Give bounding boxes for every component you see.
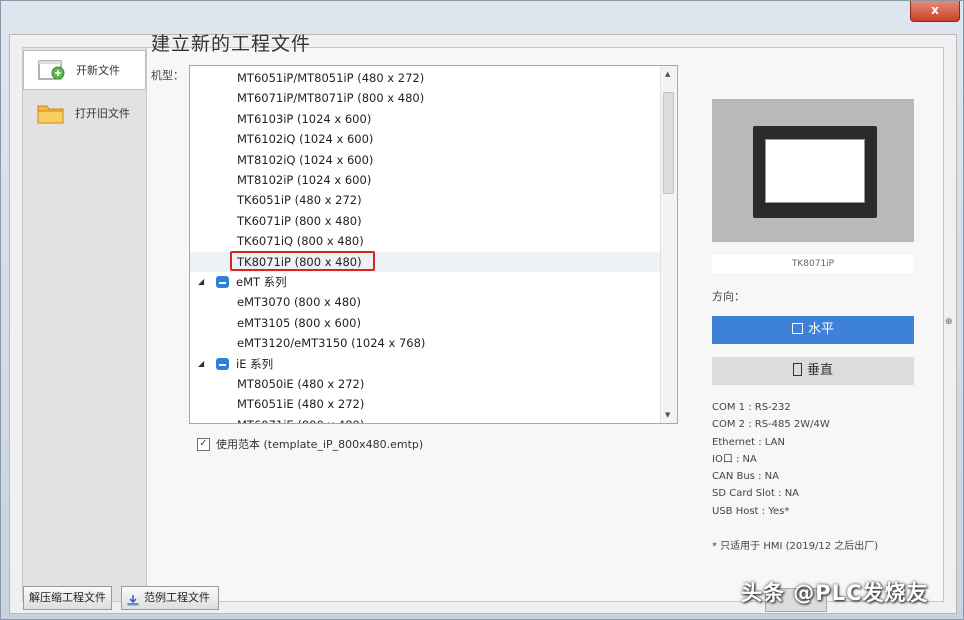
list-item-label: MT6071iP/MT8071iP (800 x 480) (237, 91, 425, 106)
model-list[interactable]: MT6071iE (800 x 480) MT6051iE (480 x 272)… (189, 65, 678, 424)
selection-highlight (230, 250, 375, 271)
list-item[interactable]: MT6051iE (480 x 272) (190, 394, 660, 414)
landscape-icon (791, 323, 803, 334)
list-item[interactable]: MT6103iP (1024 x 600) (190, 109, 660, 129)
orientation-label: 方向： (712, 290, 745, 303)
list-scrollbar[interactable]: ▲ ▼ (660, 66, 677, 423)
close-button[interactable]: x (910, 1, 960, 22)
list-category[interactable]: ◢ eMT 系列 (190, 272, 660, 292)
list-item-label: eMT3105 (800 x 600) (237, 315, 361, 330)
list-item-label: MT6051iE (480 x 272) (237, 397, 365, 412)
list-item[interactable]: MT8102iQ (1024 x 600) (190, 150, 660, 170)
category-icon (216, 276, 229, 288)
model-specs: COM 1 : RS-232 COM 2 : RS-485 2W/4W Ethe… (712, 399, 830, 520)
list-item[interactable]: MT6071iE (800 x 480) (190, 415, 660, 423)
sidebar-item-label: 打开旧文件 (75, 107, 130, 120)
device-preview (712, 99, 914, 242)
list-item[interactable]: MT6051iP/MT8051iP (480 x 272) (190, 68, 660, 88)
watermark: 头条 @PLC发烧友 (741, 581, 929, 605)
expand-icon[interactable]: ◢ (198, 354, 204, 374)
sidebar-item-label: 开新文件 (76, 64, 120, 77)
list-item-label: TK6051iP (480 x 272) (237, 193, 362, 208)
list-item-label: TK6071iP (800 x 480) (237, 213, 362, 228)
horizontal-orientation-button[interactable]: 水平 (712, 316, 914, 344)
selected-model-name: TK8071iP (712, 255, 914, 273)
footnote: * 只适用于 HMI (2019/12 之后出厂) (712, 541, 879, 552)
spec-line: USB Host : Yes* (712, 505, 790, 517)
hmi-device-image (753, 126, 877, 218)
sidebar-item-new-file[interactable]: 开新文件 (23, 50, 146, 90)
vertical-orientation-button[interactable]: 垂直 (712, 357, 914, 385)
scroll-up-icon[interactable]: ▲ (665, 70, 670, 78)
list-item[interactable]: eMT3120/eMT3150 (1024 x 768) (190, 333, 660, 353)
list-item-label: MT6071iE (800 x 480) (237, 415, 364, 423)
sample-project-label: 范例工程文件 (144, 591, 210, 604)
portrait-icon (792, 363, 802, 376)
folder-icon (37, 102, 65, 124)
use-template-label: 使用范本 (template_iP_800x480.emtp) (216, 438, 424, 451)
page-title: 建立新的工程文件 (151, 33, 312, 55)
sample-project-button[interactable]: 范例工程文件 (121, 586, 219, 610)
check-icon[interactable]: ✓ (197, 437, 210, 451)
list-item[interactable]: MT6071iP/MT8071iP (800 x 480) (190, 88, 660, 108)
spec-line: IO口 : NA (712, 453, 757, 465)
list-item[interactable]: TK6071iQ (800 x 480) (190, 231, 660, 251)
list-item-label: MT6102iQ (1024 x 600) (237, 132, 374, 147)
category-icon (216, 357, 229, 370)
list-item-label: MT6051iP/MT8051iP (480 x 272) (237, 71, 425, 85)
spec-line: CAN Bus : NA (712, 471, 779, 483)
sidebar-item-open-file[interactable]: 打开旧文件 (23, 93, 146, 133)
spec-line: COM 1 : RS-232 (712, 402, 791, 413)
list-item-label: eMT3070 (800 x 480) (237, 295, 361, 310)
expand-icon[interactable]: ◢ (198, 272, 204, 292)
list-item[interactable]: TK8071iP (800 x 480) (190, 250, 660, 272)
vertical-label: 垂直 (806, 363, 833, 378)
horizontal-label: 水平 (807, 322, 834, 337)
spec-line: Ethernet : LAN (712, 436, 785, 448)
model-label: 机型： (151, 69, 184, 82)
list-item-label: iE 系列 (236, 356, 274, 371)
list-item[interactable]: MT6102iQ (1024 x 600) (190, 129, 660, 149)
decompress-project-button[interactable]: 解压缩工程文件 (23, 586, 112, 610)
list-item[interactable]: MT8102iP (1024 x 600) (190, 170, 660, 190)
list-item-label: eMT3120/eMT3150 (1024 x 768) (237, 336, 426, 351)
list-item[interactable]: TK6051iP (480 x 272) (190, 190, 660, 210)
list-item[interactable]: eMT3070 (800 x 480) (190, 292, 660, 312)
list-item-label: eMT 系列 (236, 275, 287, 289)
new-file-icon (38, 59, 66, 81)
spec-line: COM 2 : RS-485 2W/4W (712, 419, 830, 431)
spec-line: SD Card Slot : NA (712, 488, 800, 500)
close-icon: x (931, 3, 939, 17)
resize-grip-icon[interactable]: ⊕ (945, 317, 953, 327)
hmi-screen (765, 139, 865, 203)
list-category[interactable]: ◢ iE 系列 (190, 354, 660, 374)
list-item-label: MT8102iQ (1024 x 600) (237, 152, 374, 167)
list-item-label: MT8102iP (1024 x 600) (237, 173, 372, 187)
decompress-project-label: 解压缩工程文件 (29, 591, 106, 604)
dialog-window: x 开新文件 打开旧文件 建立新的工程文件 机型： MT6051iE (480 … (0, 0, 964, 620)
list-item-label: MT6103iP (1024 x 600) (237, 111, 372, 126)
use-template-checkbox[interactable]: ✓ 使用范本 (template_iP_800x480.emtp) (197, 436, 423, 452)
sidebar: 开新文件 打开旧文件 (22, 47, 147, 602)
list-item[interactable]: eMT3105 (800 x 600) (190, 313, 660, 333)
scroll-down-icon[interactable]: ▼ (665, 411, 670, 419)
list-item-label: MT8050iE (480 x 272) (237, 377, 365, 391)
list-item-label: TK6071iQ (800 x 480) (237, 234, 364, 249)
list-item[interactable]: TK6071iP (800 x 480) (190, 211, 660, 231)
scrollbar-thumb[interactable] (663, 92, 674, 194)
list-item[interactable]: MT8050iE (480 x 272) (190, 374, 660, 394)
download-icon (127, 592, 139, 606)
